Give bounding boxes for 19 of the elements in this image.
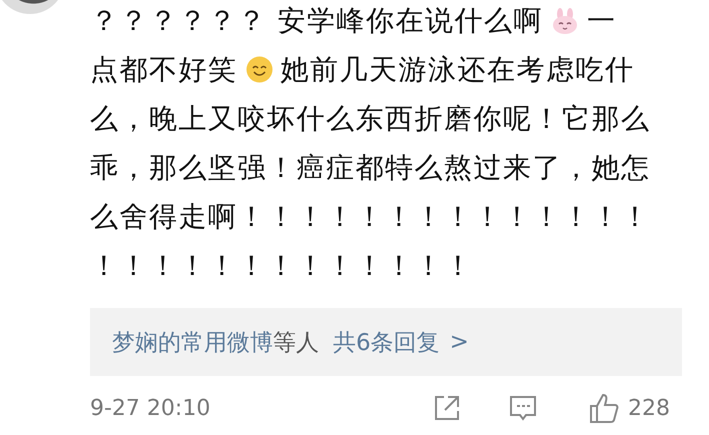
comment-text: 么，晚上又咬坏什么东西折磨你呢！它那么 [90, 101, 650, 137]
thumbs-up-icon[interactable] [588, 392, 620, 424]
comment-text: 点都不好笑 [90, 52, 238, 88]
comment-icon[interactable] [508, 393, 538, 423]
comment-text: 么舍得走啊！！！！！！！！！！！！！！ [90, 199, 650, 235]
reply-link[interactable]: 共6条回复 [333, 326, 440, 358]
share-icon[interactable] [432, 393, 462, 423]
comment-text: ！！！！！！！！！！！！！ [90, 248, 474, 284]
bunny-emoji-icon [550, 8, 579, 34]
chevron-icon[interactable]: > [450, 329, 469, 355]
comment-text: 一 [586, 3, 616, 39]
comment-text: 乖，那么坚强！癌症都特么熬过来了，她怎 [90, 150, 650, 186]
comment-text: 她前几天游泳还在考虑吃什 [280, 52, 634, 88]
smiley-emoji-icon [246, 56, 272, 83]
like-count: 228 [628, 396, 670, 420]
reply-link[interactable]: 梦娴的常用微博 [112, 326, 273, 358]
reply-text: 等人 [273, 328, 319, 358]
comment-text: ？？？？？？ 安学峰你在说什么啊 [90, 3, 543, 39]
comment-time: 9-27 20:10 [90, 396, 212, 420]
